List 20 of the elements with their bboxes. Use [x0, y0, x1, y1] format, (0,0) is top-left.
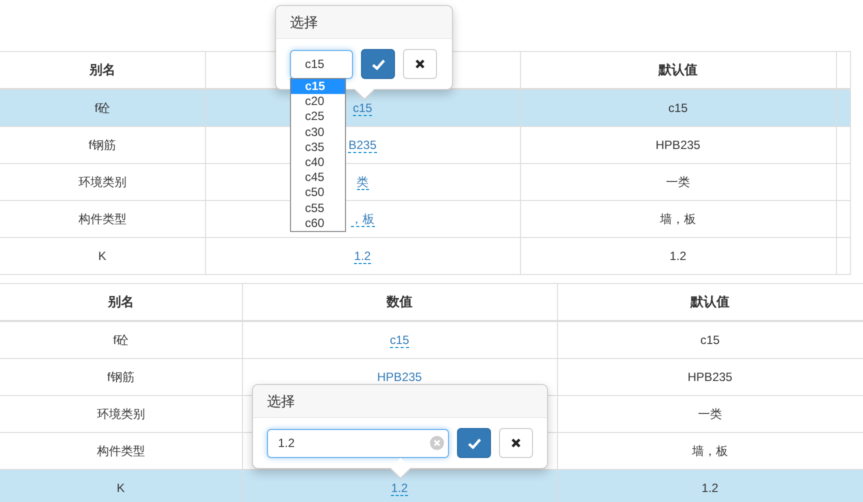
- cancel-button[interactable]: [499, 428, 533, 458]
- value-link[interactable]: 1.2: [354, 249, 371, 264]
- dialog-title: 选择: [253, 385, 547, 418]
- value-link[interactable]: B235: [348, 138, 377, 153]
- value-link[interactable]: c15: [390, 333, 410, 348]
- value-link[interactable]: ，板: [350, 212, 374, 226]
- close-icon: [511, 438, 521, 448]
- close-icon: [415, 59, 425, 69]
- value-link[interactable]: 类: [356, 174, 368, 190]
- input-value: 1.2: [278, 436, 295, 450]
- checkmark-icon: [372, 58, 384, 70]
- input-field[interactable]: 1.2: [267, 428, 449, 458]
- table-cell: K: [0, 238, 205, 274]
- select-value: c15: [305, 57, 324, 71]
- confirm-button[interactable]: [457, 428, 491, 458]
- dialog-title: 选择: [276, 6, 452, 39]
- table-cell: 1.2: [520, 238, 836, 274]
- checkmark-icon: [468, 438, 480, 448]
- cancel-button[interactable]: [403, 49, 437, 79]
- confirm-button[interactable]: [361, 49, 395, 79]
